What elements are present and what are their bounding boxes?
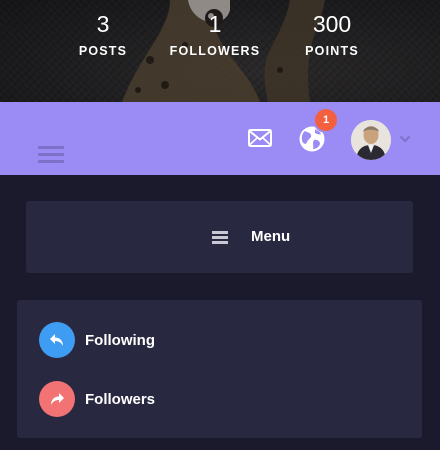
notification-badge: 1	[315, 109, 337, 131]
header-bar: 1	[0, 102, 440, 175]
following-link[interactable]: Following	[39, 322, 399, 358]
stat-points-number: 300	[312, 11, 352, 37]
stat-followers-number: 1	[208, 11, 222, 37]
following-label: Following	[85, 332, 155, 349]
reply-arrow-icon	[50, 334, 63, 346]
following-icon-circle	[39, 322, 75, 358]
hamburger-icon[interactable]	[38, 146, 66, 166]
stat-posts-label: POSTS	[78, 44, 128, 58]
menu-label: Menu	[251, 228, 291, 245]
share-arrow-icon	[51, 393, 64, 405]
stat-followers-label: FOLLOWERS	[169, 44, 261, 58]
stat-followers[interactable]: 1 FOLLOWERS	[160, 10, 270, 58]
profile-cover: 3 POSTS 1 FOLLOWERS 300 POINTS	[0, 0, 440, 102]
chevron-down-icon[interactable]	[399, 134, 411, 144]
stat-points-label: POINTS	[305, 44, 359, 58]
profile-stats: 3 POSTS 1 FOLLOWERS 300 POINTS	[0, 0, 440, 102]
stat-points[interactable]: 300 POINTS	[277, 10, 387, 58]
stat-posts[interactable]: 3 POSTS	[48, 10, 158, 58]
menu-icon	[212, 231, 228, 244]
followers-icon-circle	[39, 381, 75, 417]
menu-button[interactable]: Menu	[26, 201, 413, 273]
stat-posts-number: 3	[96, 11, 110, 37]
avatar-portrait	[351, 120, 391, 160]
follow-panel: Following Followers	[17, 300, 422, 438]
mail-icon[interactable]	[248, 129, 272, 147]
avatar[interactable]	[351, 120, 391, 160]
followers-link[interactable]: Followers	[39, 381, 399, 417]
followers-label: Followers	[85, 391, 156, 408]
